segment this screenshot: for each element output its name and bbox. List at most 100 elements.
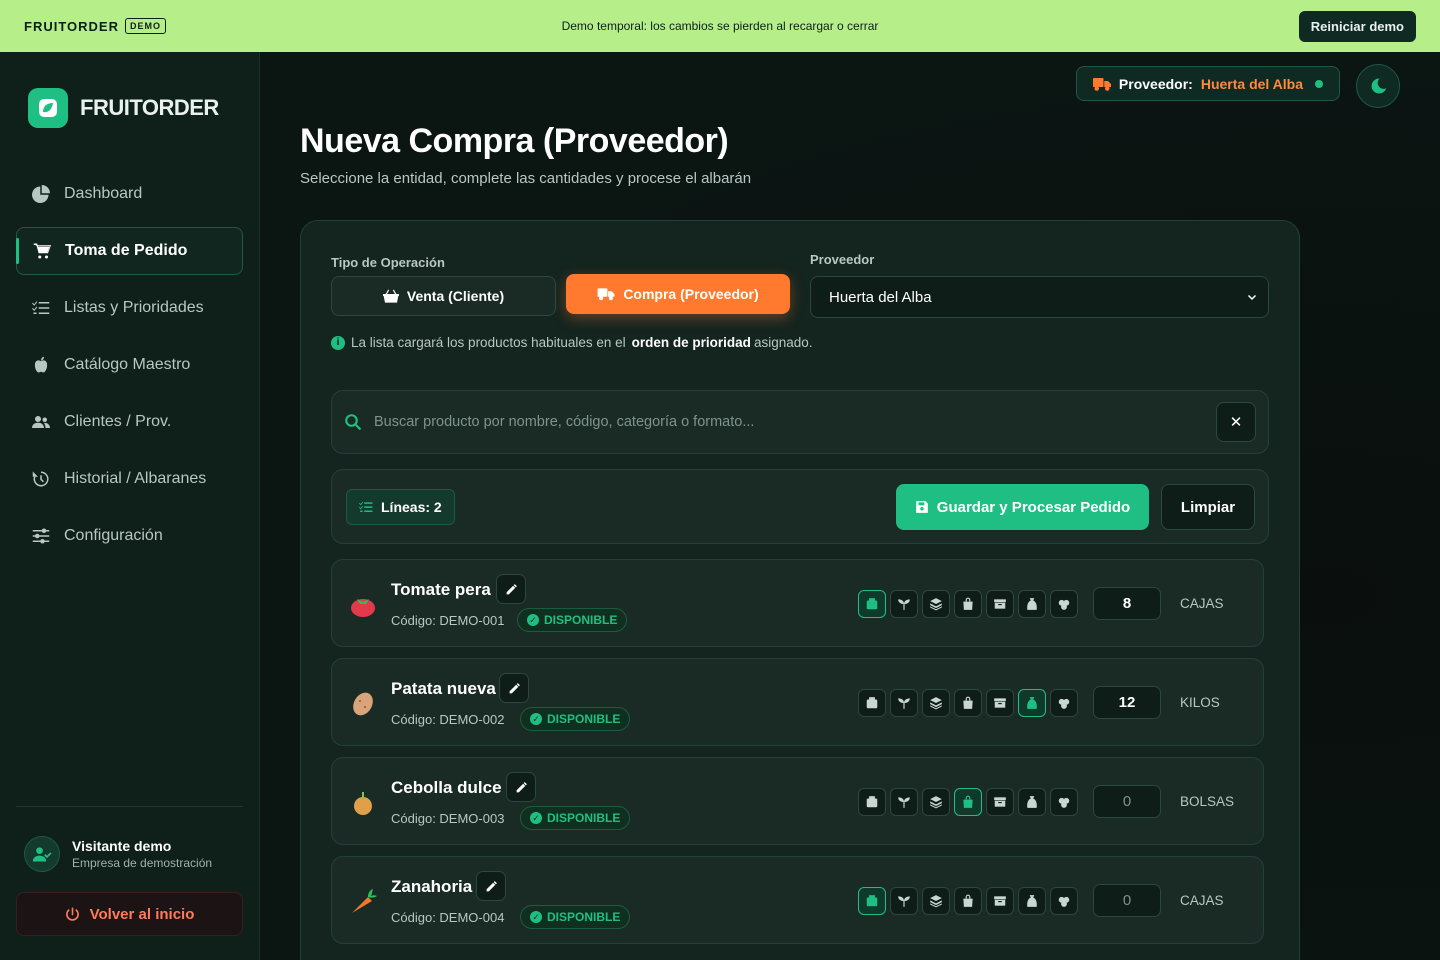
quantity-input[interactable] [1093,587,1161,620]
crate-icon [994,896,1006,906]
sidebar-item-catalog[interactable]: Catálogo Maestro [16,341,243,389]
sidebar-item-order-taking[interactable]: Toma de Pedido [16,227,243,275]
potato-icon [348,689,378,719]
format-option-bunch[interactable] [1050,689,1078,717]
user-name: Visitante demo [72,838,172,854]
format-option-layers[interactable] [922,788,950,816]
status-badge: ✓ DISPONIBLE [520,905,631,929]
active-supplier-pill[interactable]: Proveedor: Huerta del Alba [1075,66,1340,101]
edit-product-button[interactable] [499,673,529,703]
format-option-sack[interactable] [1018,689,1046,717]
format-option-crate[interactable] [986,689,1014,717]
banner-brand-name: FRUITORDER [24,18,119,34]
format-option-sprout[interactable] [890,590,918,618]
order-toolbar: Líneas: 2 Guardar y Procesar Pedido Limp… [331,469,1269,544]
edit-product-button[interactable] [476,871,506,901]
sale-client-button[interactable]: Venta (Cliente) [331,276,556,316]
check-icon: ✓ [530,713,542,725]
sack-icon [1027,796,1037,808]
product-row: Patata nueva Código: DEMO-002 ✓ DISPONIBLE K… [331,658,1264,746]
clear-search-button[interactable]: ✕ [1216,402,1256,442]
search-icon [345,414,362,431]
sidebar-item-dashboard[interactable]: Dashboard [16,170,243,218]
format-option-layers[interactable] [922,590,950,618]
user-check-icon [24,836,60,872]
save-icon [915,501,928,513]
info-text-pre: La lista cargará los productos habituale… [351,335,626,350]
bag-icon [963,894,973,907]
format-option-sack[interactable] [1018,590,1046,618]
format-option-sack[interactable] [1018,788,1046,816]
product-code: Código: DEMO-004 [391,910,505,925]
reset-demo-button[interactable]: Reiniciar demo [1298,10,1416,42]
format-option-crate[interactable] [986,887,1014,915]
online-dot [1315,79,1323,88]
pie-chart-icon [32,185,50,203]
format-option-box[interactable] [858,590,886,618]
format-option-layers[interactable] [922,689,950,717]
format-option-bunch[interactable] [1050,788,1078,816]
edit-product-button[interactable] [506,772,536,802]
format-option-crate[interactable] [986,788,1014,816]
save-process-label: Guardar y Procesar Pedido [936,498,1131,516]
status-label: DISPONIBLE [547,712,621,726]
format-option-bag[interactable] [954,788,982,816]
crate-icon [994,698,1006,708]
power-icon [65,906,79,921]
bunch-icon [1058,698,1070,709]
sale-client-label: Venta (Cliente) [406,288,505,304]
sidebar-item-history[interactable]: Historial / Albaranes [16,455,243,503]
format-option-bag[interactable] [954,887,982,915]
format-option-crate[interactable] [986,590,1014,618]
lines-count-label: Líneas: 2 [381,499,442,515]
format-option-box[interactable] [858,689,886,717]
format-option-bunch[interactable] [1050,590,1078,618]
purchase-supplier-button[interactable]: Compra (Proveedor) [566,274,790,314]
format-option-bag[interactable] [954,689,982,717]
sidebar-item-clients[interactable]: Clientes / Prov. [16,398,243,446]
cart-icon [33,243,51,259]
format-option-sprout[interactable] [890,689,918,717]
apple-icon [34,356,48,373]
quantity-input[interactable] [1093,884,1161,917]
format-option-sprout[interactable] [890,788,918,816]
sprout-icon [898,599,910,610]
sidebar-item-lists[interactable]: Listas y Prioridades [16,284,243,332]
quantity-input[interactable] [1093,686,1161,719]
format-selector [858,590,1078,618]
status-badge: ✓ DISPONIBLE [520,707,631,731]
format-option-box[interactable] [858,887,886,915]
app-logo[interactable]: FRUITORDER [28,88,219,128]
truck-icon [597,288,615,301]
save-process-button[interactable]: Guardar y Procesar Pedido [896,484,1149,530]
sidebar-item-settings[interactable]: Configuración [16,512,243,560]
carrot-icon [348,887,378,917]
basket-icon [382,289,399,303]
page-title: Nueva Compra (Proveedor) [300,122,729,160]
format-option-bunch[interactable] [1050,887,1078,915]
back-home-button[interactable]: Volver al inicio [16,892,243,936]
theme-toggle-button[interactable] [1356,64,1400,108]
bag-icon [963,795,973,808]
format-option-sack[interactable] [1018,887,1046,915]
product-row: Tomate pera Código: DEMO-001 ✓ DISPONIBLE CA… [331,559,1264,647]
format-option-sprout[interactable] [890,887,918,915]
layers-icon [930,697,942,710]
check-icon: ✓ [530,911,542,923]
edit-product-button[interactable] [496,574,526,604]
supplier-select[interactable]: Huerta del Alba [810,276,1269,318]
demo-tag: DEMO [124,18,166,34]
unit-label: KILOS [1180,695,1220,710]
format-option-box[interactable] [858,788,886,816]
format-selector [858,887,1078,915]
quantity-input[interactable] [1093,785,1161,818]
format-option-bag[interactable] [954,590,982,618]
sack-icon [1027,895,1037,907]
format-option-layers[interactable] [922,887,950,915]
product-search-input[interactable] [374,414,1216,430]
status-label: DISPONIBLE [547,910,621,924]
format-selector [858,788,1078,816]
info-text-bold: orden de prioridad [631,335,751,350]
clear-order-button[interactable]: Limpiar [1161,484,1255,530]
sidebar-item-label: Dashboard [64,185,143,202]
